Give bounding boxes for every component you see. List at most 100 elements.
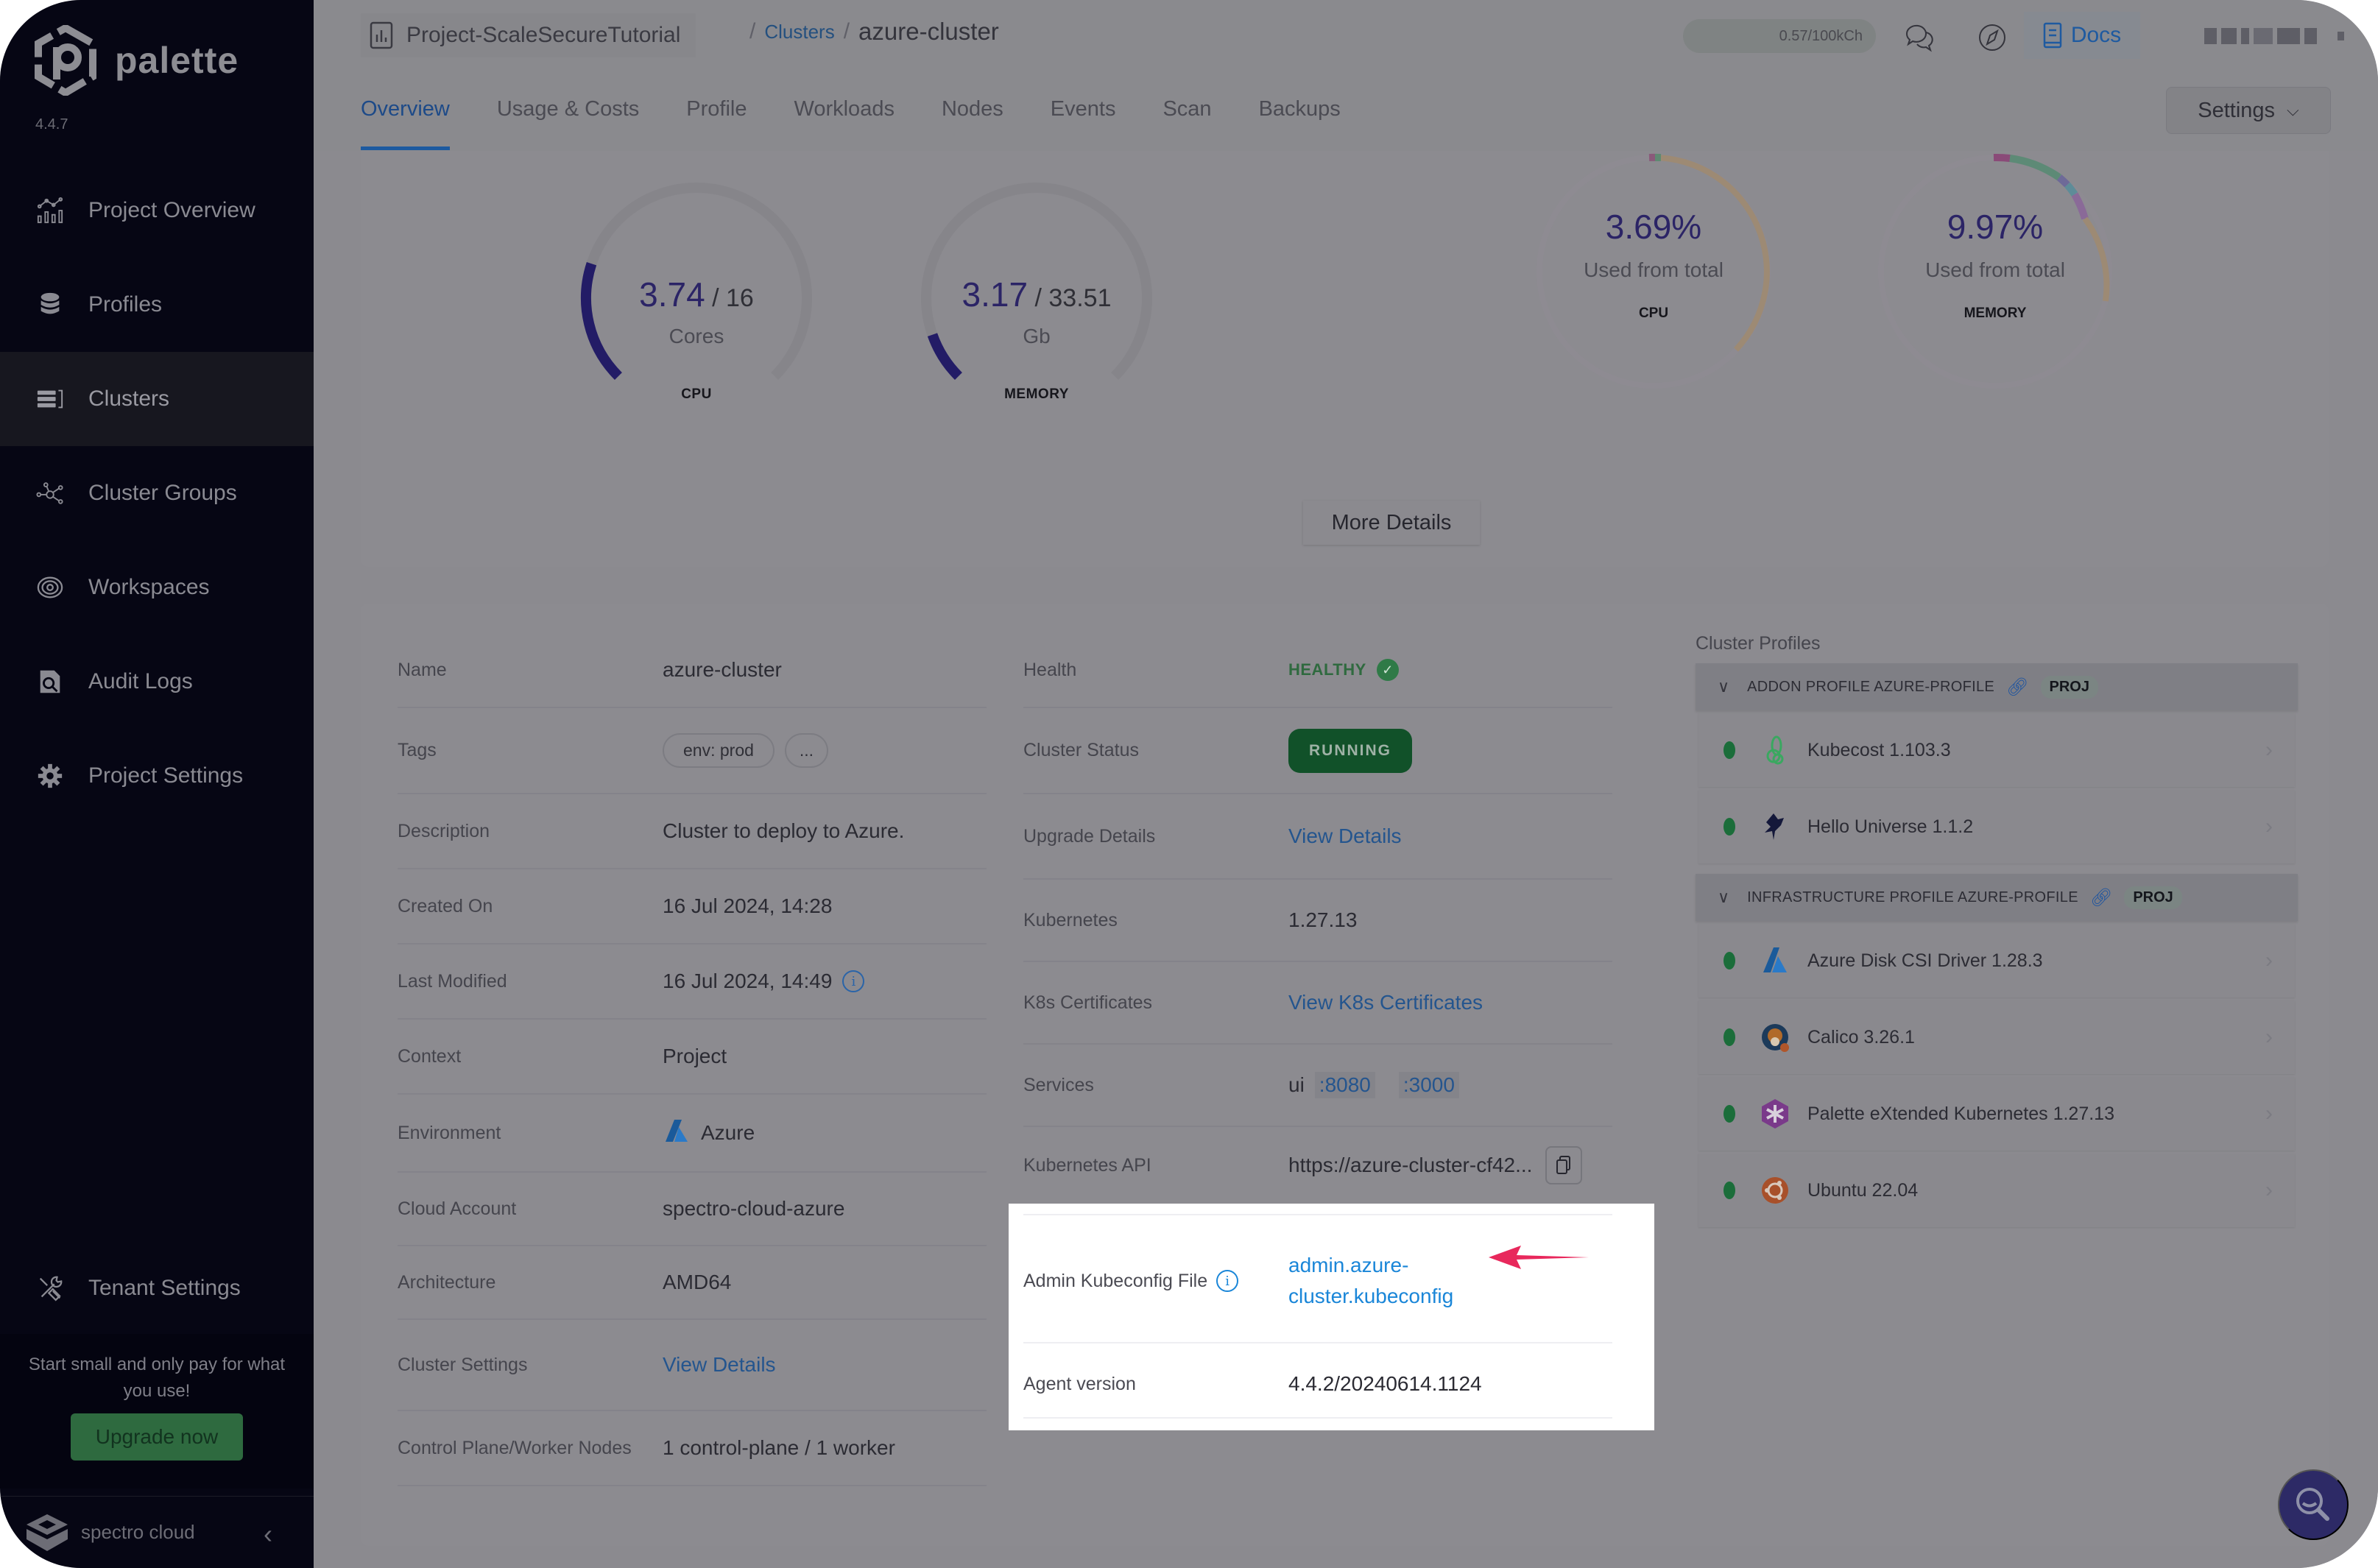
pack-item-ubuntu[interactable]: Ubuntu 22.04 › — [1698, 1154, 2295, 1227]
row-label: K8s Certificates — [1023, 992, 1153, 1013]
row-label: Health — [1023, 659, 1077, 680]
pack-item-hello-universe[interactable]: Hello Universe 1.1.2 › — [1698, 790, 2295, 864]
tab-events[interactable]: Events — [1051, 88, 1116, 152]
service-port-link[interactable]: :3000 — [1398, 1072, 1459, 1098]
sidebar-item-audit-logs[interactable]: Audit Logs — [0, 635, 314, 729]
row-label: Kubernetes API — [1023, 1154, 1151, 1176]
profile-group-header-addon[interactable]: ∨ ADDON PROFILE AZURE-PROFILE 🔗︎ PROJ — [1696, 663, 2298, 710]
upgrade-promo: Start small and only pay for what you us… — [0, 1334, 314, 1488]
row-divider — [1023, 1342, 1612, 1343]
cpu-unit: Cores — [668, 325, 724, 347]
sidebar-item-profiles[interactable]: Profiles — [0, 258, 314, 352]
detail-row-cluster-settings: Cluster Settings View Details — [398, 1320, 987, 1411]
ubuntu-icon — [1760, 1174, 1790, 1207]
chevron-down-icon: ∨ — [1718, 677, 1730, 696]
detail-row-context: Context Project — [398, 1020, 987, 1095]
cpu-ring-label: CPU — [1638, 306, 1669, 321]
link-icon[interactable]: 🔗︎ — [2006, 677, 2028, 698]
sidebar-item-label: Clusters — [88, 386, 170, 411]
cluster-profiles-panel: Cluster Profiles ∨ ADDON PROFILE AZURE-P… — [1696, 633, 2298, 1230]
upgrade-view-details-link[interactable]: View Details — [1288, 824, 1402, 848]
detail-row-description: Description Cluster to deploy to Azure. — [398, 794, 987, 869]
help-search-button[interactable] — [2278, 1469, 2349, 1540]
breadcrumb-clusters-link[interactable]: Clusters — [764, 21, 834, 43]
admin-kubeconfig-download-link[interactable]: admin.azure-cluster.kubeconfig — [1288, 1250, 1453, 1312]
detail-row-k8s-certificates: K8s Certificates View K8s Certificates — [1023, 962, 1612, 1045]
sidebar-item-cluster-groups[interactable]: Cluster Groups — [0, 446, 314, 540]
sidebar-item-clusters[interactable]: Clusters — [0, 352, 314, 446]
audit-search-icon — [35, 667, 65, 696]
tab-workloads[interactable]: Workloads — [794, 88, 894, 152]
pack-item-azure-disk-csi[interactable]: Azure Disk CSI Driver 1.28.3 › — [1698, 924, 2295, 997]
upgrade-now-button[interactable]: Upgrade now — [71, 1413, 243, 1461]
palette-logo-icon — [35, 25, 96, 96]
scope-badge: PROJ — [2124, 886, 2182, 909]
status-dot — [1723, 818, 1735, 836]
settings-dropdown-button[interactable]: Settings ⌵ — [2166, 87, 2331, 134]
cluster-profiles-title: Cluster Profiles — [1696, 633, 1821, 654]
sidebar-item-workspaces[interactable]: Workspaces — [0, 540, 314, 635]
cluster-settings-view-details-link[interactable]: View Details — [663, 1353, 776, 1377]
link-icon[interactable]: 🔗︎ — [2090, 887, 2112, 908]
detail-row-cloud-account: Cloud Account spectro-cloud-azure — [398, 1173, 987, 1246]
tab-overview[interactable]: Overview — [361, 88, 450, 152]
pack-name: Palette eXtended Kubernetes 1.27.13 — [1807, 1103, 2114, 1124]
tab-nodes[interactable]: Nodes — [942, 88, 1003, 152]
description-value: Cluster to deploy to Azure. — [663, 819, 905, 842]
service-port-link[interactable]: :8080 — [1314, 1072, 1375, 1098]
row-label: Cluster Settings — [398, 1354, 528, 1375]
app-name: palette — [115, 40, 239, 81]
chart-icon — [35, 196, 65, 225]
sidebar-item-tenant-settings[interactable]: Tenant Settings — [0, 1241, 314, 1335]
book-icon — [2043, 22, 2062, 49]
credits-usage-pill[interactable]: 0.57/100kCh — [1683, 19, 1876, 53]
user-menu[interactable] — [2204, 27, 2345, 46]
info-icon[interactable]: i — [1216, 1270, 1239, 1292]
chevron-right-icon: › — [2265, 1025, 2273, 1049]
status-dot — [1723, 741, 1735, 759]
view-k8s-certificates-link[interactable]: View K8s Certificates — [1288, 991, 1483, 1014]
compass-icon[interactable] — [1974, 19, 2011, 56]
tab-profile[interactable]: Profile — [686, 88, 747, 152]
breadcrumb-separator: / — [843, 19, 850, 43]
tab-scan[interactable]: Scan — [1162, 88, 1211, 152]
sidebar-footer: spectro cloud ‹ — [0, 1496, 314, 1568]
tab-backups[interactable]: Backups — [1259, 88, 1341, 152]
pack-item-calico[interactable]: Calico 3.26.1 › — [1698, 1000, 2295, 1074]
profile-group-header-infrastructure[interactable]: ∨ INFRASTRUCTURE PROFILE AZURE-PROFILE 🔗… — [1696, 874, 2298, 921]
status-dot — [1723, 1182, 1735, 1199]
more-details-button[interactable]: More Details — [1303, 501, 1480, 545]
architecture-value: AMD64 — [663, 1271, 732, 1293]
copy-button[interactable] — [1545, 1146, 1583, 1184]
header: Project-ScaleSecureTutorial / Clusters /… — [314, 0, 2378, 151]
detail-row-kubernetes: Kubernetes 1.27.13 — [1023, 880, 1612, 962]
spectro-cloud-logo-icon — [27, 1514, 68, 1551]
sidebar-item-project-settings[interactable]: Project Settings — [0, 729, 314, 823]
chat-icon[interactable] — [1902, 19, 1939, 56]
pack-item-kubecost[interactable]: Kubecost 1.103.3 › — [1698, 713, 2295, 787]
row-label: Upgrade Details — [1023, 825, 1156, 847]
info-icon[interactable]: i — [842, 970, 865, 992]
docs-button[interactable]: Docs — [2024, 12, 2140, 59]
project-selector[interactable]: Project-ScaleSecureTutorial — [361, 13, 696, 57]
pack-name: Ubuntu 22.04 — [1807, 1179, 1919, 1201]
row-label: Architecture — [398, 1271, 496, 1293]
pack-item-pxk[interactable]: Palette eXtended Kubernetes 1.27.13 › — [1698, 1077, 2295, 1151]
tab-usage-costs[interactable]: Usage & Costs — [497, 88, 639, 152]
row-label: Environment — [398, 1122, 501, 1143]
check-circle-icon: ✓ — [1376, 659, 1399, 681]
collapse-sidebar-icon[interactable]: ‹ — [264, 1519, 272, 1550]
clusters-icon — [35, 384, 65, 414]
cloud-account-value: spectro-cloud-azure — [663, 1197, 845, 1220]
project-icon — [370, 21, 393, 49]
palette-logo[interactable]: palette — [34, 25, 239, 96]
tools-icon — [35, 1274, 65, 1303]
details-left-column: Name azure-cluster Tags env: prod ... De… — [398, 633, 987, 1486]
more-tags-chip[interactable]: ... — [784, 733, 829, 768]
tag-chip[interactable]: env: prod — [663, 733, 775, 768]
project-name: Project-ScaleSecureTutorial — [406, 23, 681, 47]
pack-name: Calico 3.26.1 — [1807, 1026, 1915, 1048]
sidebar-item-project-overview[interactable]: Project Overview — [0, 163, 314, 258]
sidebar-item-label: Audit Logs — [88, 669, 193, 693]
row-label: Tags — [398, 740, 437, 760]
